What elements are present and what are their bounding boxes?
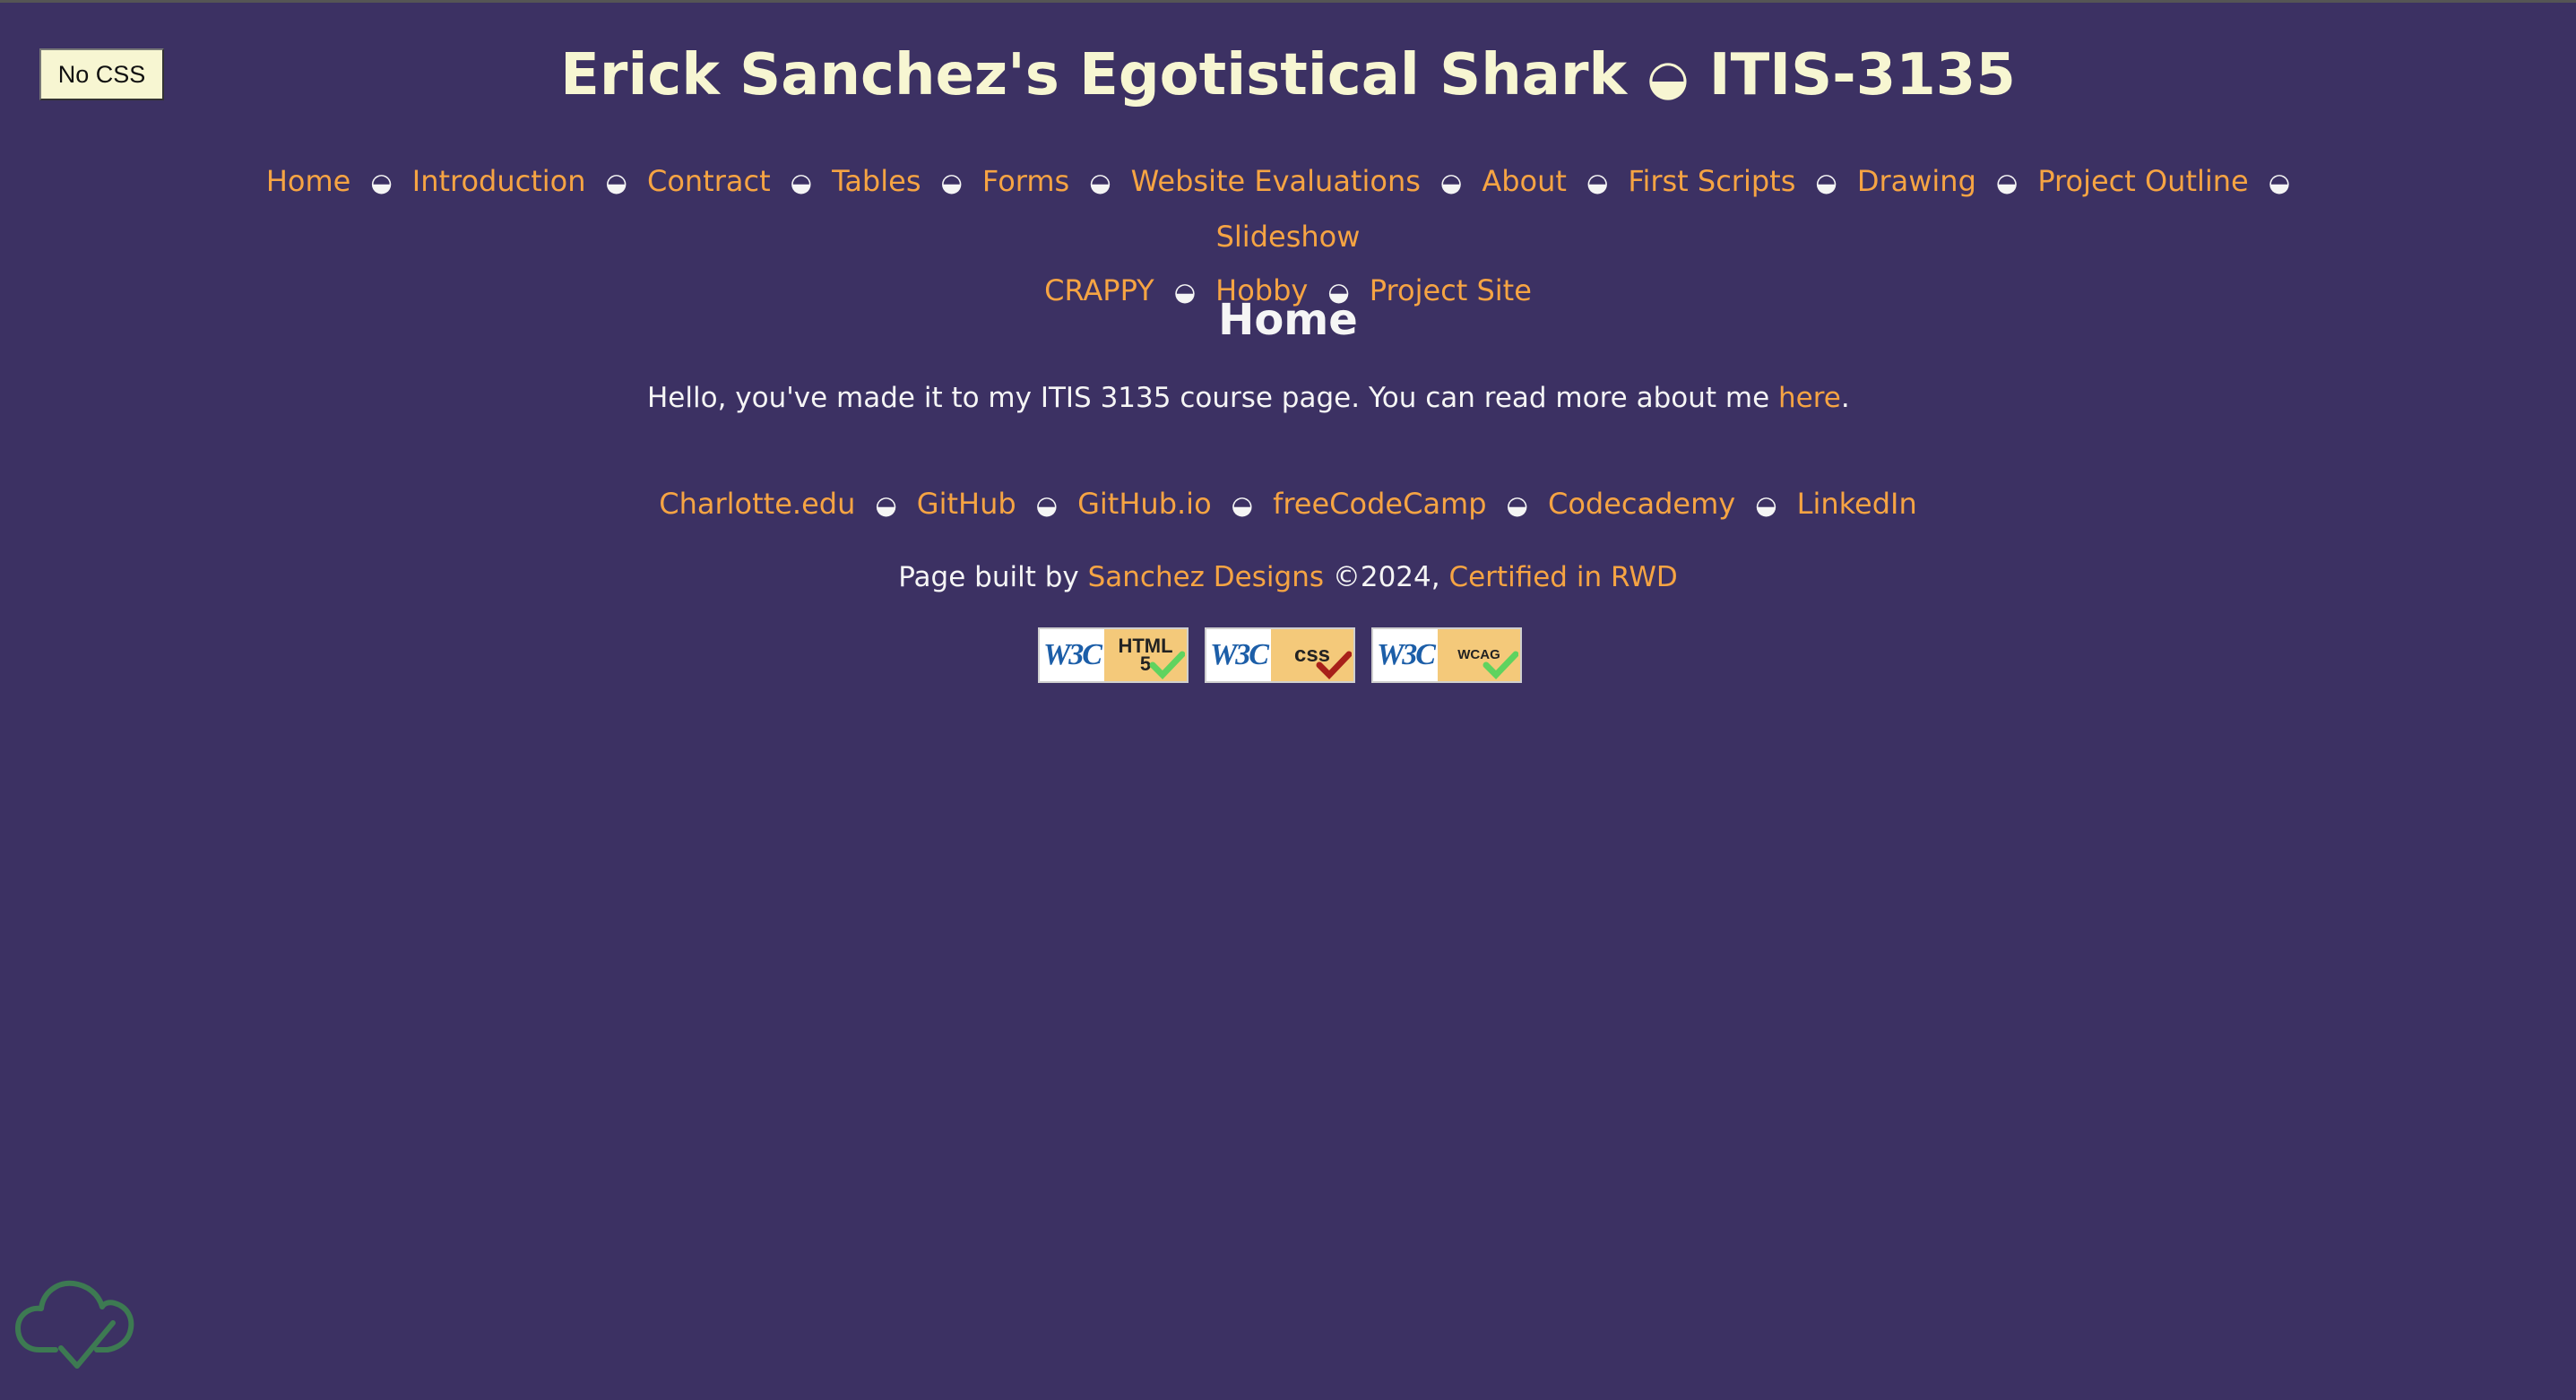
nav-link-forms[interactable]: Forms [982,164,1069,198]
nav-link-first-scripts[interactable]: First Scripts [1628,164,1795,198]
intro-paragraph: Hello, you've made it to my ITIS 3135 co… [647,376,2171,419]
built-prefix: Page built by [898,561,1088,593]
nav-separator-icon: ◒ [1439,168,1463,197]
validation-badges: W3C HTML 5 W3C css W3C WCAG [1038,627,1540,687]
footer-link-charlotte-edu[interactable]: Charlotte.edu [659,487,855,521]
footer-link-github-io[interactable]: GitHub.io [1077,487,1212,521]
nav-separator-icon: ◒ [1815,168,1837,197]
nav-link-introduction[interactable]: Introduction [412,164,586,198]
certified-rwd-link[interactable]: Certified in RWD [1448,561,1677,593]
nav-separator-icon: ◒ [2268,168,2291,197]
footer-separator-icon: ◒ [1231,490,1254,520]
nav-link-contract[interactable]: Contract [647,164,771,198]
title-separator-icon: ◒ [1647,49,1690,106]
title-text: Erick Sanchez's Egotistical Shark [560,42,1628,108]
badge-label: HTML 5 [1104,629,1187,681]
nav-link-project-outline[interactable]: Project Outline [2037,164,2248,198]
nav-link-home[interactable]: Home [266,164,351,198]
intro-text: Hello, you've made it to my ITIS 3135 co… [647,382,1779,414]
footer-link-codecademy[interactable]: Codecademy [1548,487,1735,521]
nav-link-drawing[interactable]: Drawing [1857,164,1976,198]
top-border [0,0,2576,3]
wcag-validation-badge[interactable]: W3C WCAG [1371,627,1522,683]
w3c-logo: W3C [1043,638,1102,671]
sanchez-designs-link[interactable]: Sanchez Designs [1088,561,1324,593]
cloud-check-icon[interactable] [14,1267,136,1373]
badge-label: WCAG [1438,629,1520,681]
nav-link-website-evaluations[interactable]: Website Evaluations [1131,164,1421,198]
section-heading: Home [1218,295,1358,345]
footer-separator-icon: ◒ [875,490,897,520]
footer-link-linkedin[interactable]: LinkedIn [1797,487,1917,521]
nav-separator-icon: ◒ [940,168,963,197]
course-code: ITIS-3135 [1708,42,2016,108]
nav-separator-icon: ◒ [370,168,393,197]
nav-link-tables[interactable]: Tables [832,164,921,198]
nav-separator-icon: ◒ [605,168,627,197]
css-validation-badge[interactable]: W3C css [1205,627,1355,683]
footer-separator-icon: ◒ [1506,490,1528,520]
page-title: Erick Sanchez's Egotistical Shark ◒ ITIS… [0,38,2576,116]
nav-link-about[interactable]: About [1482,164,1567,198]
footer-links: Charlotte.edu ◒ GitHub ◒ GitHub.io ◒ freeCodeC… [0,482,2576,527]
check-icon [1482,651,1518,679]
intro-period: . [1840,382,1850,414]
footer-separator-icon: ◒ [1755,490,1777,520]
copyright-text: ©2024, [1324,561,1449,593]
about-me-link[interactable]: here [1778,382,1841,414]
built-by-line: Page built by Sanchez Designs ©2024, Cer… [0,556,2576,599]
html5-validation-badge[interactable]: W3C HTML 5 [1038,627,1189,683]
check-icon [1149,651,1185,679]
w3c-logo: W3C [1210,638,1269,671]
footer-link-freecodecamp[interactable]: freeCodeCamp [1273,487,1486,521]
footer-link-github[interactable]: GitHub [917,487,1016,521]
check-icon [1316,651,1352,679]
nav-separator-icon: ◒ [1995,168,2018,197]
nav-separator-icon: ◒ [790,168,813,197]
w3c-logo: W3C [1377,638,1436,671]
nav-separator-icon: ◒ [1089,168,1111,197]
badge-label: css [1271,629,1353,681]
nav-link-slideshow[interactable]: Slideshow [1216,220,1361,254]
footer-separator-icon: ◒ [1035,490,1059,520]
nav-separator-icon: ◒ [1586,168,1609,197]
